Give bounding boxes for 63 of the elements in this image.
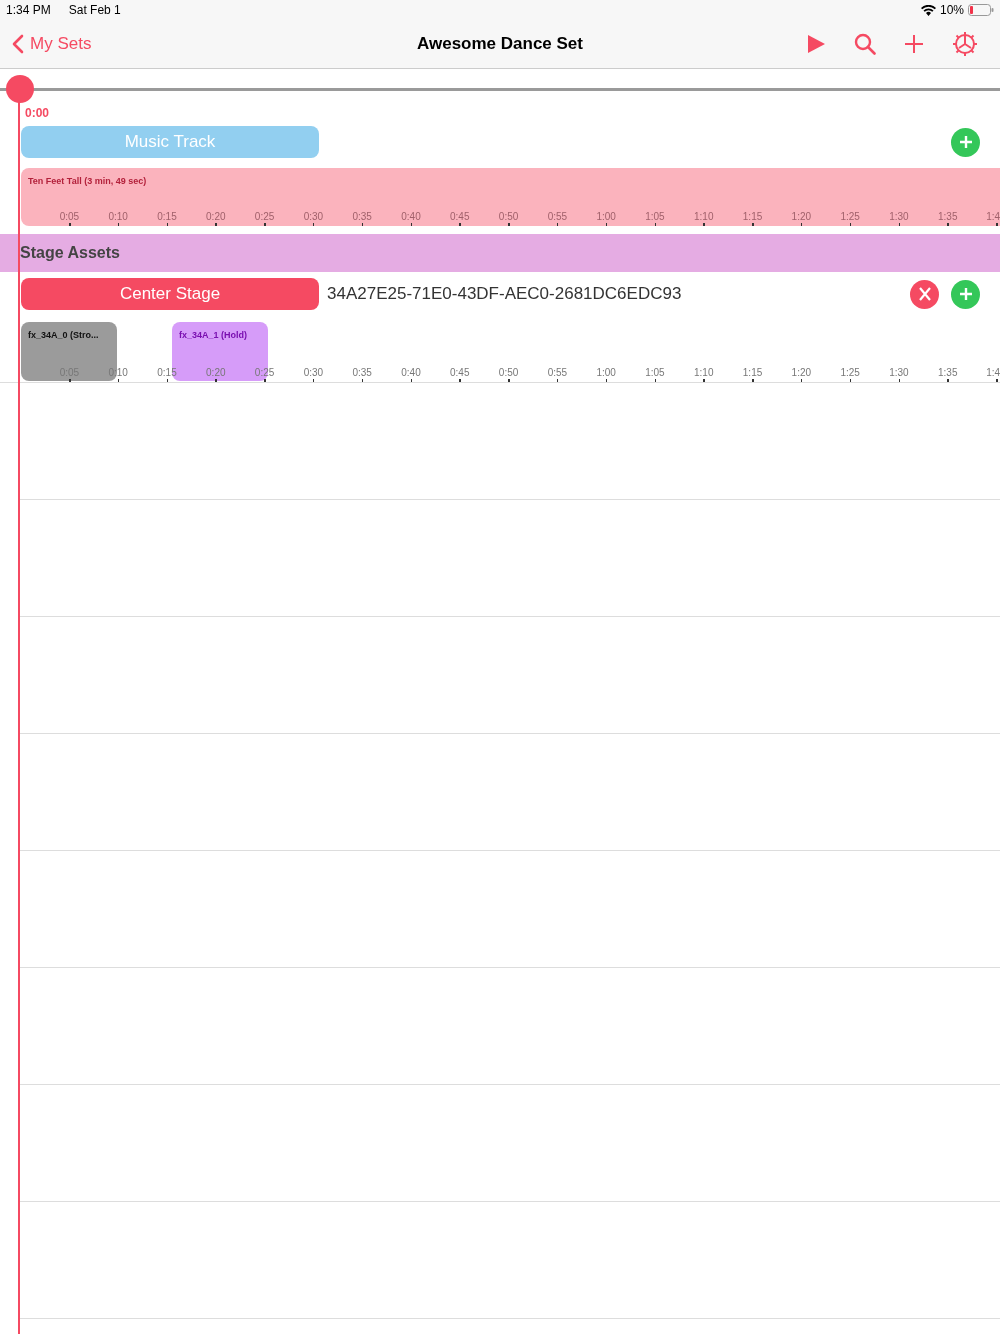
tick-label: 1:35 (923, 367, 973, 382)
tick-label: 0:55 (532, 211, 582, 226)
section-title: Stage Assets (20, 244, 120, 262)
battery-percent: 10% (939, 3, 964, 17)
tick-label: 1:25 (825, 211, 875, 226)
tick-label: 0:05 (45, 211, 94, 226)
wifi-icon (920, 4, 936, 16)
playhead-handle[interactable] (6, 75, 34, 103)
tick-label: 0:20 (191, 367, 241, 382)
settings-icon[interactable] (952, 31, 978, 57)
search-icon[interactable] (854, 33, 876, 55)
tick-label: 1:4 (972, 211, 1000, 226)
tick-label: 1:20 (776, 211, 826, 226)
tick-label: 1:05 (630, 211, 680, 226)
tick-label: 0:20 (191, 211, 241, 226)
playhead-time: 0:00 (25, 106, 50, 120)
song-clip[interactable]: Ten Feet Tall (3 min, 49 sec) 0:05 0:10 0:15 0:20 0:25 0:30 0:35 0:40 0:45 0:50 0:55 1:00 1:05 1:10 1:15 1:20 1:25 1:30 1:35 1:4 (21, 168, 1000, 226)
tick-label: 1:15 (728, 367, 777, 382)
tick-label: 1:30 (874, 367, 924, 382)
tick-label: 1:10 (679, 367, 729, 382)
status-time: 1:34 PM (6, 3, 51, 17)
tick-label: 1:15 (728, 211, 777, 226)
clip-label: fx_34A_0 (Stro... (27, 329, 100, 340)
tick-label: 1:05 (630, 367, 680, 382)
tick-label: 0:35 (337, 211, 387, 226)
nav-title: Awesome Dance Set (416, 34, 584, 54)
battery-icon (968, 4, 994, 16)
tick-label: 1:10 (679, 211, 729, 226)
chevron-left-icon (12, 34, 24, 54)
tick-label: 1:20 (776, 367, 826, 382)
tick-label: 0:45 (435, 367, 485, 382)
remove-button[interactable] (910, 279, 939, 309)
tick-label: 1:35 (923, 211, 973, 226)
song-title: Ten Feet Tall (3 min, 49 sec) (27, 175, 148, 186)
tick-label: 0:25 (240, 211, 289, 226)
tick-label: 0:45 (435, 211, 485, 226)
tick-label: 0:30 (289, 367, 338, 382)
stage-button[interactable]: Center Stage (21, 278, 319, 310)
status-date: Sat Feb 1 (68, 3, 121, 17)
play-icon[interactable] (806, 34, 826, 54)
tick-label: 0:40 (386, 211, 436, 226)
tick-label: 0:10 (93, 211, 143, 226)
add-button[interactable] (951, 279, 980, 309)
back-button[interactable]: My Sets (12, 34, 92, 54)
tick-label: 0:35 (337, 367, 387, 382)
plus-icon (958, 287, 973, 301)
tick-label: 1:00 (581, 367, 631, 382)
clip-label: fx_34A_1 (Hold) (178, 329, 249, 340)
plus-icon (958, 135, 973, 149)
asset-id: 34A27E25-71E0-43DF-AEC0-2681DC6EDC93 (327, 284, 682, 304)
tick-label: 0:15 (142, 211, 192, 226)
tick-label: 1:00 (581, 211, 631, 226)
tick-label: 0:55 (532, 367, 582, 382)
plus-icon[interactable] (904, 34, 924, 54)
tick-label: 1:30 (874, 211, 924, 226)
tick-label: 0:50 (484, 367, 533, 382)
tick-label: 0:30 (289, 211, 338, 226)
tick-label: 1:25 (825, 367, 875, 382)
add-button[interactable] (951, 127, 980, 157)
tick-label: 0:50 (484, 211, 533, 226)
tick-label: 0:40 (386, 367, 436, 382)
tick-label: 1:4 (972, 367, 1000, 382)
close-icon (918, 287, 931, 301)
